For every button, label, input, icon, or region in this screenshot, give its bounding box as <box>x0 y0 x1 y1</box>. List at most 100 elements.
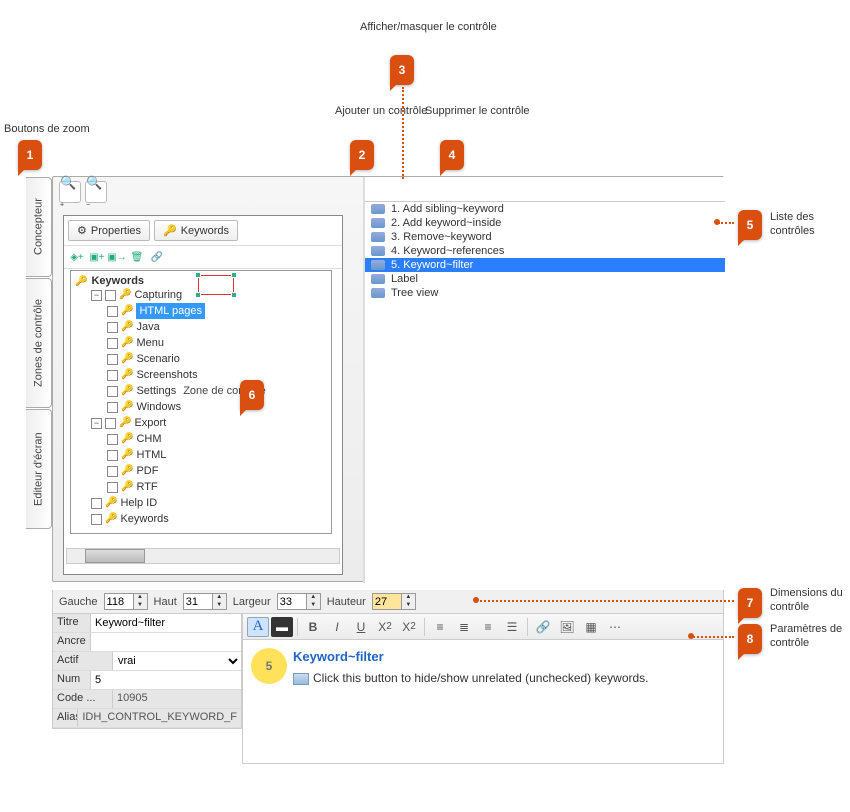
tab-concepteur[interactable]: Concepteur <box>26 177 52 277</box>
haut-input[interactable] <box>184 594 212 609</box>
tab-zones-controle[interactable]: Zones de contrôle <box>26 278 52 408</box>
spin-up[interactable]: ▲ <box>133 594 147 602</box>
control-list-item[interactable]: 4. Keyword~references <box>365 244 725 258</box>
image-button[interactable]: 🖼 <box>556 617 578 637</box>
largeur-field[interactable]: ▲▼ <box>277 593 321 610</box>
bold-button[interactable]: B <box>302 617 324 637</box>
checkbox[interactable] <box>107 434 118 445</box>
control-list-item[interactable]: Label <box>365 272 725 286</box>
checkbox[interactable] <box>91 514 102 525</box>
checkbox[interactable] <box>105 290 116 301</box>
align-right-button[interactable]: ≡ <box>477 617 499 637</box>
tree-node[interactable]: 🔑Scenario <box>107 351 327 367</box>
zoom-in-button[interactable]: 🔍+ <box>59 181 81 203</box>
actif-select[interactable]: vrai <box>113 652 241 670</box>
table-button[interactable]: ▦ <box>580 617 602 637</box>
more-button[interactable]: ⋯ <box>604 617 626 637</box>
properties-button[interactable]: ⚙Properties <box>68 220 150 241</box>
checkbox[interactable] <box>107 306 118 317</box>
design-panel-toolbar: ⚙Properties 🔑Keywords <box>64 216 342 246</box>
font-normal-button[interactable]: A <box>247 617 269 637</box>
spin-down[interactable]: ▼ <box>212 602 226 610</box>
spin-down[interactable]: ▼ <box>133 602 147 610</box>
checkbox[interactable] <box>107 322 118 333</box>
ancre-input[interactable] <box>91 633 241 651</box>
scrollbar-thumb[interactable] <box>85 549 145 563</box>
checkbox[interactable] <box>107 354 118 365</box>
checkbox[interactable] <box>107 338 118 349</box>
checkbox[interactable] <box>107 466 118 477</box>
tree-node[interactable]: 🔑Help ID <box>91 495 327 511</box>
align-center-button[interactable]: ≣ <box>453 617 475 637</box>
tiny-icon[interactable]: 🗑 <box>128 248 146 266</box>
tree-node[interactable]: −🔑Export <box>91 415 327 431</box>
tree-node[interactable]: 🔑HTML pages <box>107 303 327 319</box>
num-input[interactable] <box>91 671 241 689</box>
link-button[interactable]: 🔗 <box>532 617 554 637</box>
resize-handle[interactable] <box>231 292 237 298</box>
tiny-icon[interactable]: ▣+ <box>88 248 106 266</box>
keywords-tree[interactable]: 🔑Keywords −🔑Capturing 🔑HTML pages 🔑Java … <box>70 270 332 534</box>
tree-node[interactable]: 🔑CHM <box>107 431 327 447</box>
spin-up[interactable]: ▲ <box>306 594 320 602</box>
spin-up[interactable]: ▲ <box>401 594 415 602</box>
spin-down[interactable]: ▼ <box>401 602 415 610</box>
label-largeur: Largeur <box>233 596 271 608</box>
resize-handle[interactable] <box>231 272 237 278</box>
tiny-icon[interactable]: ◈+ <box>68 248 86 266</box>
checkbox[interactable] <box>107 482 118 493</box>
superscript-button[interactable]: X2 <box>398 617 420 637</box>
tiny-icon[interactable]: ▣→ <box>108 248 126 266</box>
tree-label: Scenario <box>136 351 179 367</box>
resize-handle[interactable] <box>195 292 201 298</box>
tree-node[interactable]: 🔑Menu <box>107 335 327 351</box>
subscript-button[interactable]: X2 <box>374 617 396 637</box>
checkbox[interactable] <box>107 386 118 397</box>
tree-node[interactable]: 🔑Screenshots <box>107 367 327 383</box>
resize-handle[interactable] <box>195 272 201 278</box>
control-list-item[interactable]: Tree view <box>365 286 725 300</box>
zoom-out-button[interactable]: 🔍− <box>85 181 107 203</box>
tree-node[interactable]: 🔑Keywords <box>91 511 327 527</box>
spin-up[interactable]: ▲ <box>212 594 226 602</box>
tab-editeur-ecran[interactable]: Editeur d'écran <box>26 409 52 529</box>
control-list-item[interactable]: 2. Add keyword~inside <box>365 216 725 230</box>
haut-field[interactable]: ▲▼ <box>183 593 227 610</box>
gear-icon: ⚙ <box>77 224 87 237</box>
tree-node[interactable]: 🔑Java <box>107 319 327 335</box>
hauteur-field[interactable]: ▲▼ <box>372 593 416 610</box>
horizontal-scrollbar[interactable] <box>66 548 340 564</box>
selection-handles[interactable] <box>198 275 234 295</box>
tree-node[interactable]: 🔑SettingsZone de contrôle <box>107 383 327 399</box>
checkbox[interactable] <box>107 402 118 413</box>
checkbox[interactable] <box>107 370 118 381</box>
control-list-item[interactable]: 5. Keyword~filter <box>365 258 725 272</box>
align-left-button[interactable]: ≡ <box>429 617 451 637</box>
tiny-icon[interactable]: 🔗 <box>148 248 166 266</box>
checkbox[interactable] <box>91 498 102 509</box>
checkbox[interactable] <box>105 418 116 429</box>
tree-node[interactable]: 🔑Windows <box>107 399 327 415</box>
key-icon: 🔑 <box>121 367 133 383</box>
spin-down[interactable]: ▼ <box>306 602 320 610</box>
gauche-input[interactable] <box>105 594 133 609</box>
underline-button[interactable]: U <box>350 617 372 637</box>
control-list-item[interactable]: 3. Remove~keyword <box>365 230 725 244</box>
largeur-input[interactable] <box>278 594 306 609</box>
collapse-icon[interactable]: − <box>91 290 102 301</box>
italic-button[interactable]: I <box>326 617 348 637</box>
rte-body[interactable]: 5 Keyword~filter Click this button to hi… <box>243 640 723 695</box>
alias-value: IDH_CONTROL_KEYWORD_F <box>78 709 241 727</box>
tree-node[interactable]: 🔑RTF <box>107 479 327 495</box>
keywords-button[interactable]: 🔑Keywords <box>154 220 238 241</box>
hauteur-input[interactable] <box>373 594 401 609</box>
font-bold-block[interactable]: ▬ <box>271 617 293 637</box>
tree-node[interactable]: 🔑HTML <box>107 447 327 463</box>
collapse-icon[interactable]: − <box>91 418 102 429</box>
tree-node[interactable]: 🔑PDF <box>107 463 327 479</box>
control-list-item[interactable]: 1. Add sibling~keyword <box>365 202 725 216</box>
checkbox[interactable] <box>107 450 118 461</box>
align-justify-button[interactable]: ☰ <box>501 617 523 637</box>
gauche-field[interactable]: ▲▼ <box>104 593 148 610</box>
titre-input[interactable] <box>91 614 241 632</box>
